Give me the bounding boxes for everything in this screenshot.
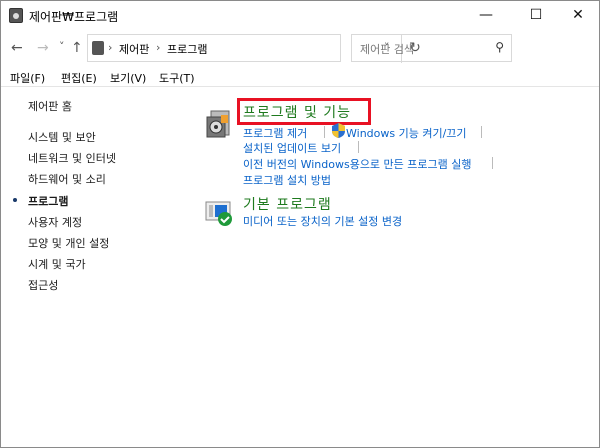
- default-programs-heading[interactable]: 기본 프로그램: [243, 194, 332, 214]
- chevron-right-icon: ›: [156, 41, 161, 54]
- how-to-install-link[interactable]: 프로그램 설치 방법: [243, 172, 331, 188]
- window: 제어판₩프로그램 — ☐ ✕ ← → ˅ ↑ › 제어판 › 프로그램 ˅ ↻ …: [0, 0, 600, 448]
- breadcrumb-control-panel[interactable]: 제어판: [119, 41, 149, 57]
- sidebar-item-appearance[interactable]: 모양 및 개인 설정: [28, 235, 109, 251]
- minimize-button[interactable]: —: [463, 1, 509, 31]
- installed-updates-link[interactable]: 설치된 업데이트 보기: [243, 140, 341, 156]
- shield-icon: [332, 123, 345, 138]
- menu-file[interactable]: 파일(F): [10, 70, 45, 86]
- default-programs-icon: [205, 201, 232, 226]
- sidebar-item-hardware[interactable]: 하드웨어 및 소리: [28, 171, 106, 187]
- control-panel-icon: [9, 8, 23, 23]
- search-placeholder: 제어판 검색: [360, 43, 415, 56]
- sidebar-item-clock-region[interactable]: 시계 및 국가: [28, 256, 86, 272]
- separator: [324, 126, 325, 138]
- up-button[interactable]: ↑: [71, 40, 83, 56]
- search-icon: ⚲: [495, 40, 504, 54]
- close-button[interactable]: ✕: [555, 1, 600, 31]
- search-input[interactable]: 제어판 검색 ⚲: [351, 34, 512, 62]
- address-bar[interactable]: › 제어판 › 프로그램 ˅ ↻: [87, 34, 421, 63]
- menu-bar: 파일(F) 편집(E) 보기(V) 도구(T): [1, 67, 599, 87]
- programs-features-heading[interactable]: 프로그램 및 기능: [243, 102, 351, 122]
- sidebar-item-programs[interactable]: 프로그램: [28, 193, 68, 209]
- window-title: 제어판₩프로그램: [29, 10, 119, 24]
- windows-features-link[interactable]: Windows 기능 켜기/끄기: [346, 125, 467, 141]
- media-defaults-link[interactable]: 미디어 또는 장치의 기본 설정 변경: [243, 213, 402, 229]
- menu-view[interactable]: 보기(V): [110, 70, 146, 86]
- breadcrumb-programs[interactable]: 프로그램: [167, 41, 207, 57]
- sidebar-item-home[interactable]: 제어판 홈: [28, 98, 72, 114]
- menu-edit[interactable]: 편집(E): [61, 70, 97, 86]
- back-button[interactable]: ←: [11, 40, 23, 56]
- navigation-bar: ← → ˅ ↑ › 제어판 › 프로그램 ˅ ↻ 제어판 검색 ⚲: [1, 34, 599, 64]
- compatibility-link[interactable]: 이전 버전의 Windows용으로 만든 프로그램 실행: [243, 156, 472, 172]
- recent-locations-button[interactable]: ˅: [59, 40, 65, 53]
- menu-tools[interactable]: 도구(T): [159, 70, 195, 86]
- separator: [492, 157, 493, 169]
- control-panel-icon: [92, 41, 104, 55]
- current-bullet: [13, 198, 17, 202]
- sidebar-item-user-accounts[interactable]: 사용자 계정: [28, 214, 82, 230]
- separator: [358, 141, 359, 153]
- maximize-button[interactable]: ☐: [513, 1, 559, 31]
- sidebar-item-accessibility[interactable]: 접근성: [28, 277, 58, 293]
- forward-button[interactable]: →: [37, 40, 49, 56]
- uninstall-program-link[interactable]: 프로그램 제거: [243, 125, 307, 141]
- programs-features-icon: [206, 110, 230, 138]
- sidebar-item-network[interactable]: 네트워크 및 인터넷: [28, 150, 116, 166]
- chevron-right-icon: ›: [108, 41, 113, 54]
- sidebar-item-system-security[interactable]: 시스템 및 보안: [28, 129, 96, 145]
- title-bar: 제어판₩프로그램 — ☐ ✕: [1, 1, 599, 31]
- separator: [481, 126, 482, 138]
